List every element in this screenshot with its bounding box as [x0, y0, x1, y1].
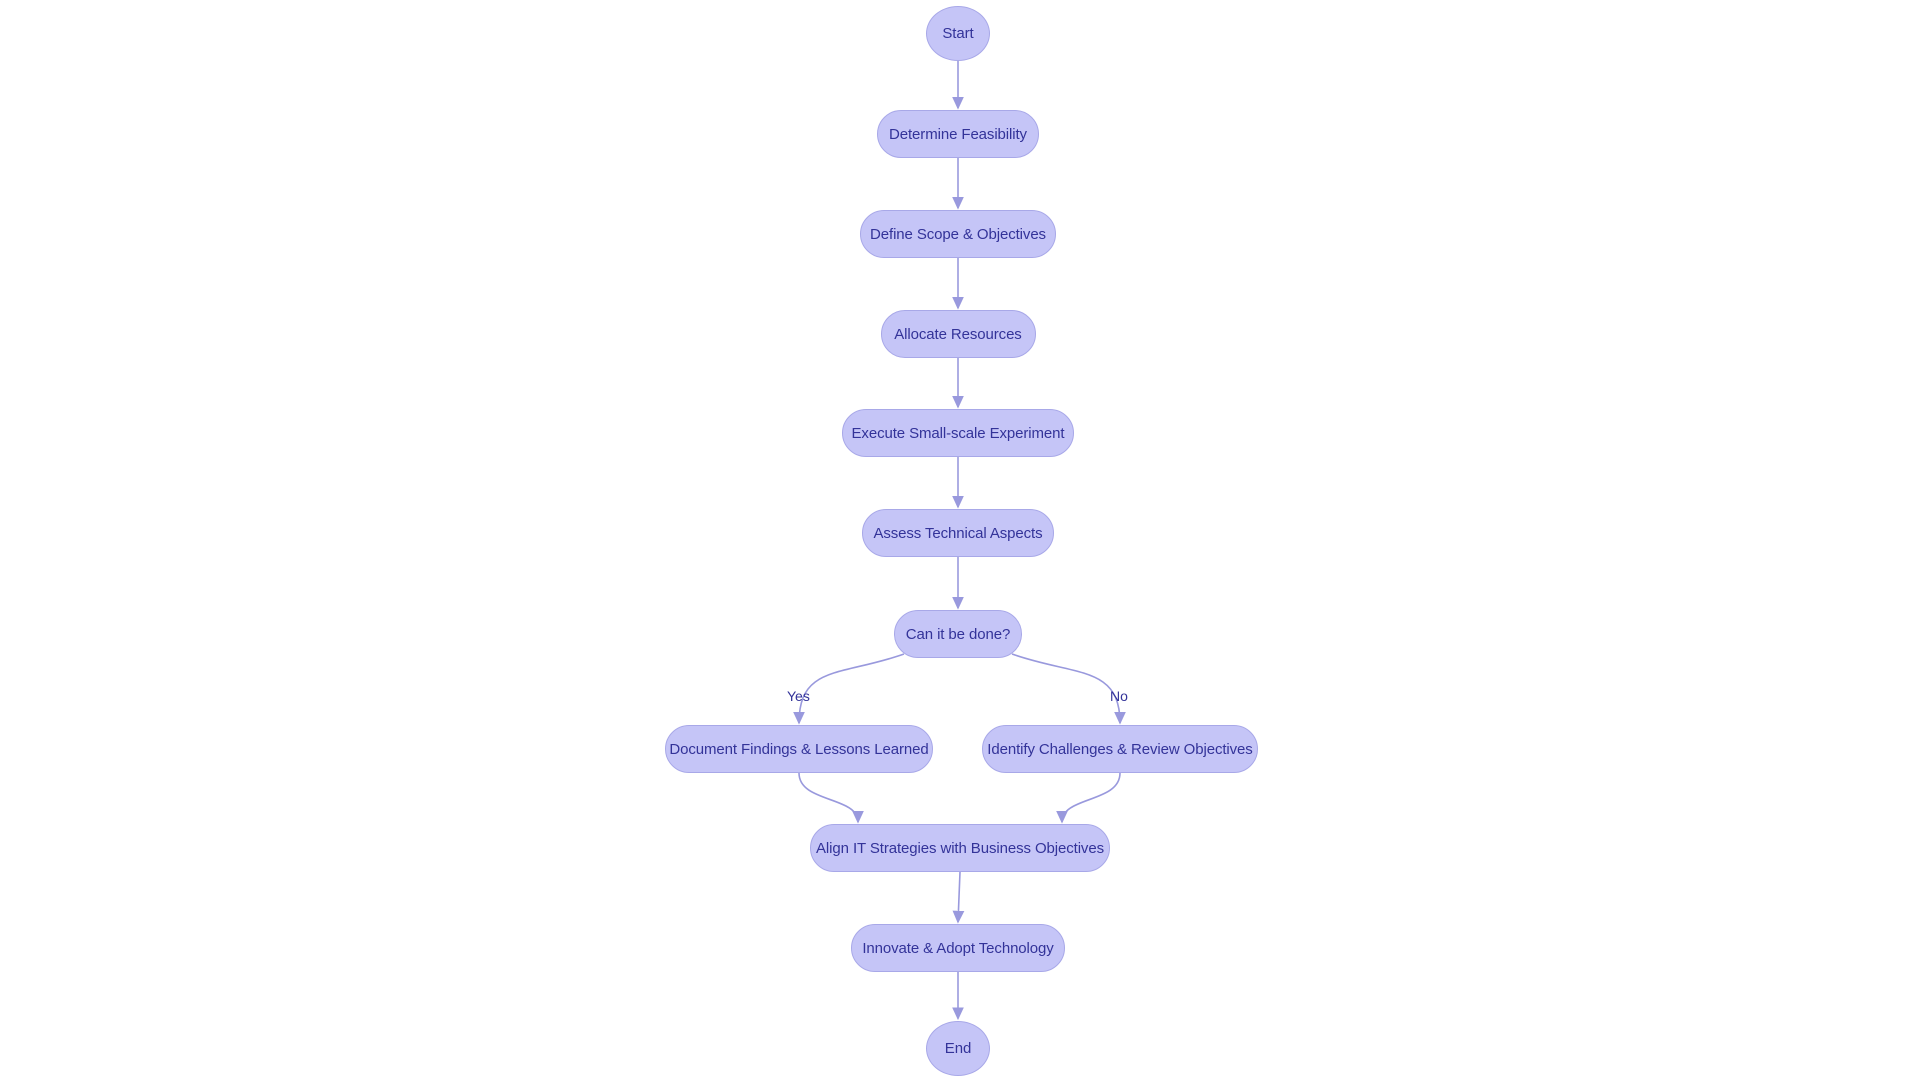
node-end[interactable]: End [926, 1020, 990, 1076]
edge-label-no: No [1110, 688, 1128, 704]
node-label: Document Findings & Lessons Learned [669, 740, 929, 758]
node-scope[interactable]: Define Scope & Objectives [860, 210, 1056, 258]
node-resources[interactable]: Allocate Resources [880, 310, 1036, 358]
e-decision-challenges [1011, 653, 1126, 725]
node-label: Identify Challenges & Review Objectives [987, 740, 1253, 758]
node-label: Define Scope & Objectives [870, 225, 1046, 243]
edge-label-yes: Yes [787, 688, 810, 704]
node-experiment[interactable]: Execute Small-scale Experiment [842, 409, 1074, 457]
node-label: Can it be done? [905, 625, 1011, 643]
node-label: Align IT Strategies with Business Object… [816, 839, 1104, 857]
node-decision[interactable]: Can it be done? [894, 610, 1022, 658]
node-challenges[interactable]: Identify Challenges & Review Objectives [982, 725, 1258, 773]
node-label: Assess Technical Aspects [873, 524, 1043, 542]
node-label: Determine Feasibility [889, 125, 1027, 143]
node-innovate[interactable]: Innovate & Adopt Technology [851, 924, 1065, 972]
node-label: Innovate & Adopt Technology [862, 939, 1054, 957]
node-technical[interactable]: Assess Technical Aspects [862, 509, 1054, 557]
node-label: End [944, 1039, 972, 1057]
node-label: Execute Small-scale Experiment [851, 424, 1065, 442]
e-document-align [798, 772, 864, 824]
e-align-innovate [952, 871, 965, 924]
node-feasible[interactable]: Determine Feasibility [877, 110, 1039, 158]
flowchart-canvas: Start Determine Feasibility Define Scope &… [0, 0, 1920, 1080]
e-challenges-align [1056, 772, 1121, 824]
node-label: Allocate Resources [894, 325, 1022, 343]
e-decision-document [793, 653, 905, 725]
node-label: Start [942, 24, 974, 42]
node-align[interactable]: Align IT Strategies with Business Object… [810, 824, 1110, 872]
node-document[interactable]: Document Findings & Lessons Learned [665, 725, 933, 773]
node-start[interactable]: Start [926, 5, 990, 61]
